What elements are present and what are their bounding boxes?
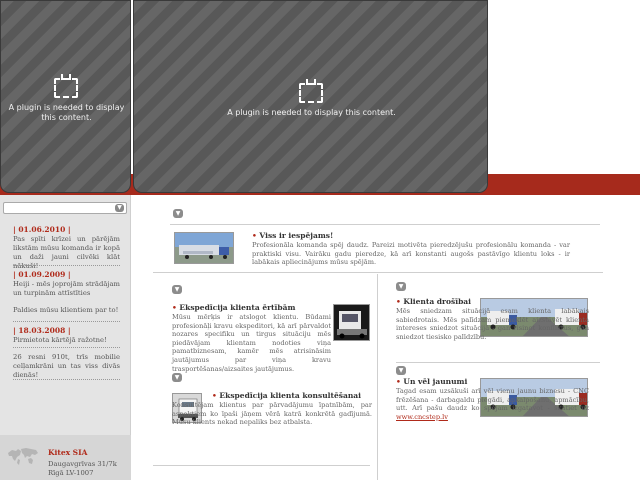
collapse-toggle[interactable]: ▼ xyxy=(172,373,182,382)
news-divider xyxy=(13,347,120,348)
company-address: Daugavgrīvas 31/7k Rīgā LV-1007 xyxy=(48,460,117,478)
section-divider xyxy=(396,362,600,363)
article-body: Tagad esam uzsākuši arī vēl vienu jaunu … xyxy=(396,387,589,421)
article-title: • Ekspedīcija klienta konsultēšanai xyxy=(212,391,361,400)
feature-article: • Viss ir iespējams! Profesionāla komand… xyxy=(252,231,570,267)
news-date: | 01.06.2010 | xyxy=(13,225,71,234)
company-info: Kitex SIA Daugavgrīvas 31/7k Rīgā LV-100… xyxy=(0,435,131,480)
news-text: Paldies mūsu klientiem par to! xyxy=(13,306,119,314)
news-date: | 01.09.2009 | xyxy=(13,270,71,279)
article-title: • Ekspedīcija klienta ērtībām xyxy=(172,303,296,312)
plugin-placeholder-left[interactable]: A plugin is needed to display this conte… xyxy=(0,0,131,193)
plugin-message: A plugin is needed to display this conte… xyxy=(8,103,125,122)
collapse-toggle[interactable]: ▼ xyxy=(173,209,183,218)
article-title: • Klienta drošībai xyxy=(396,297,472,306)
news-divider xyxy=(13,321,120,322)
collapse-toggle[interactable]: ▼ xyxy=(172,285,182,294)
news-text: Heiji - mēs joprojām strādājam un turpin… xyxy=(13,280,120,297)
chevron-down-icon[interactable]: ▼ xyxy=(115,204,124,212)
article-title-text: Viss ir iespējams! xyxy=(259,231,334,240)
article-body: Konsultējam klientus par pārvadājumu īpa… xyxy=(172,401,372,427)
plugin-icon xyxy=(54,74,78,98)
news-text: 26 resni 910t, trīs mobilie celļamkrāni … xyxy=(13,353,120,379)
company-name: Kitex SIA xyxy=(48,448,88,457)
article-body: Profesionāla komanda spēj daudz. Pareizi… xyxy=(252,241,570,267)
article-expedition-consulting: • Ekspedīcija klienta konsultēšanai Kons… xyxy=(172,391,372,427)
plugin-placeholder-right[interactable]: A plugin is needed to display this conte… xyxy=(133,0,488,193)
article-title-text: Klienta drošībai xyxy=(403,297,472,306)
collapse-toggle[interactable]: ▼ xyxy=(396,366,406,375)
news-text: Pirmietota kārtējā ražotne! xyxy=(13,336,107,344)
article-title-text: Ekspedīcija klienta konsultēšanai xyxy=(219,391,361,400)
sidebar-select[interactable]: ▼ xyxy=(3,202,127,214)
company-address-line: Daugavgrīvas 31/7k xyxy=(48,460,117,468)
article-title: • Viss ir iespējams! xyxy=(252,231,334,240)
news-divider xyxy=(13,379,120,380)
article-client-security: • Klienta drošībai Mēs sniedzam situācij… xyxy=(396,297,589,341)
news-item: Paldies mūsu klientiem par to! xyxy=(13,306,120,315)
news-item: | 18.03.2008 | Pirmietota kārtējā ražotn… xyxy=(13,326,120,345)
news-divider xyxy=(13,265,120,266)
cncstep-link[interactable]: www.cncstep.lv xyxy=(396,413,448,421)
article-body: Mēs sniedzam situācijā esam klienta labā… xyxy=(396,307,589,341)
collapse-toggle[interactable]: ▼ xyxy=(396,282,406,291)
news-date: | 18.03.2008 | xyxy=(13,326,71,335)
company-address-line: Rīgā LV-1007 xyxy=(48,469,94,477)
article-title-text: Ekspedīcija klienta ērtībām xyxy=(179,303,296,312)
section-divider xyxy=(170,224,600,225)
truck-fleet-image xyxy=(174,232,234,264)
plugin-icon xyxy=(299,79,323,103)
plugin-message: A plugin is needed to display this conte… xyxy=(227,108,396,117)
column-divider xyxy=(377,274,378,480)
world-map-icon xyxy=(8,448,38,465)
section-divider xyxy=(153,465,370,466)
news-item: 26 resni 910t, trīs mobilie celļamkrāni … xyxy=(13,353,120,380)
header-banner: A plugin is needed to display this conte… xyxy=(0,0,640,195)
article-title: • Un vēl jaunumi xyxy=(396,377,468,386)
article-body-text: Tagad esam uzsākuši arī vēl vienu jaunu … xyxy=(396,387,589,413)
news-item: | 01.09.2009 | Heiji - mēs joprojām strā… xyxy=(13,270,120,298)
sidebar: ▼ | 01.06.2010 | Pas spīti krīzei un pār… xyxy=(0,195,131,480)
article-title-text: Un vēl jaunumi xyxy=(403,377,468,386)
section-divider xyxy=(153,272,603,273)
article-expedition-convenience: • Ekspedīcija klienta ērtībām Mūsu mērķi… xyxy=(172,303,371,373)
article-body: Mūsu mērķis ir atslogot klientu. Būdami … xyxy=(172,313,331,373)
article-more-news: • Un vēl jaunumi Tagad esam uzsākuši arī… xyxy=(396,377,589,421)
